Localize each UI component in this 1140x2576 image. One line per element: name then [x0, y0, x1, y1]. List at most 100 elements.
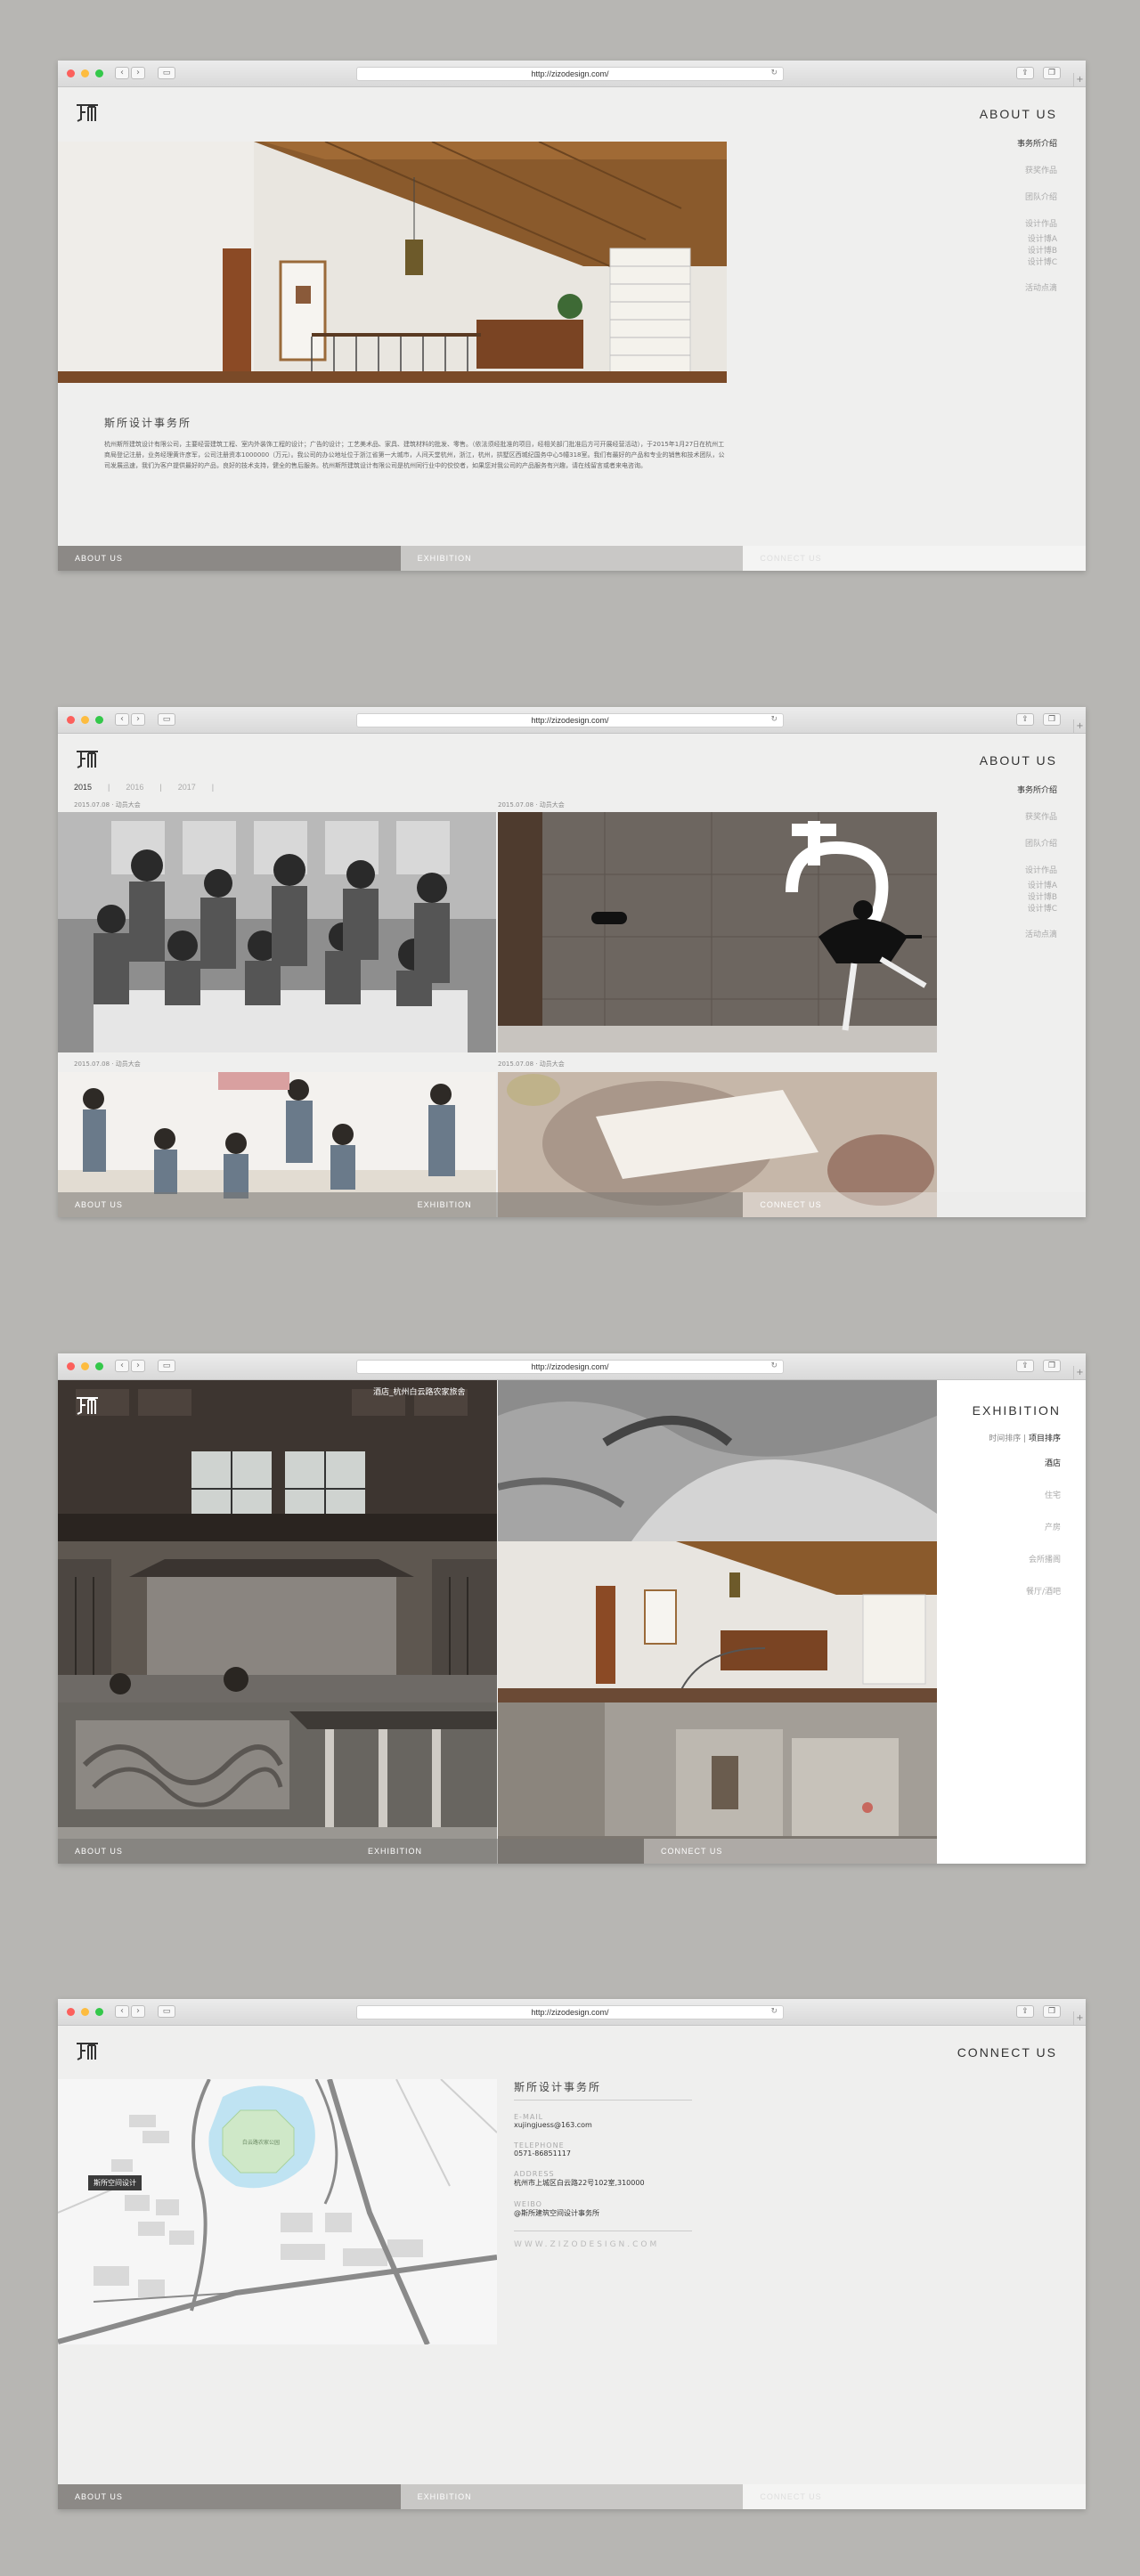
bottom-connect[interactable]: CONNECT US: [644, 1839, 937, 1864]
category-hotel[interactable]: 酒店: [1026, 1457, 1061, 1468]
minimize-dot[interactable]: [81, 1362, 89, 1370]
zoom-dot[interactable]: [95, 69, 103, 77]
nav-item-about[interactable]: 事务所介绍: [1017, 784, 1057, 795]
category-club[interactable]: 会所播阁: [1026, 1553, 1061, 1564]
tabs-icon[interactable]: ❐: [1043, 2005, 1061, 2018]
reload-icon[interactable]: ↻: [770, 715, 778, 724]
tabs-icon[interactable]: ❐: [1043, 67, 1061, 79]
window-controls[interactable]: [67, 716, 103, 724]
bottom-connect[interactable]: CONNECT US: [743, 2484, 1086, 2509]
nav-item-design[interactable]: 设计作品: [1017, 864, 1057, 875]
back-icon[interactable]: ‹: [115, 67, 129, 79]
back-icon[interactable]: ‹: [115, 713, 129, 726]
nav-sub-b[interactable]: 设计博B: [1017, 244, 1057, 256]
minimize-dot[interactable]: [81, 69, 89, 77]
tabs-icon[interactable]: ❐: [1043, 1360, 1061, 1372]
forward-icon[interactable]: ›: [131, 67, 145, 79]
event-photo-dance[interactable]: [498, 812, 937, 1052]
sidebar-icon[interactable]: ▭: [158, 67, 175, 79]
back-icon[interactable]: ‹: [115, 2005, 129, 2018]
share-icon[interactable]: ⇪: [1016, 67, 1034, 79]
sort-by-time[interactable]: 时间排序: [989, 1434, 1021, 1443]
reload-icon[interactable]: ↻: [770, 1361, 778, 1370]
nav-item-about[interactable]: 事务所介绍: [1017, 137, 1057, 149]
close-dot[interactable]: [67, 716, 75, 724]
minimize-dot[interactable]: [81, 2008, 89, 2016]
nav-item-design[interactable]: 设计作品: [1017, 217, 1057, 229]
reload-icon[interactable]: ↻: [770, 69, 778, 77]
bottom-about[interactable]: ABOUT US: [58, 1192, 401, 1217]
sort-by-project[interactable]: 项目排序: [1029, 1434, 1061, 1443]
logo-icon[interactable]: [74, 1394, 101, 1416]
nav-item-events[interactable]: 活动点滴: [1017, 928, 1057, 939]
minimize-dot[interactable]: [81, 716, 89, 724]
event-photo-meeting[interactable]: [58, 812, 496, 1052]
bottom-about[interactable]: ABOUT US: [58, 2484, 401, 2509]
phone-value[interactable]: 0571-86851117: [514, 2149, 692, 2158]
project-photo-hotel-dining[interactable]: [58, 1380, 497, 1541]
new-tab-icon[interactable]: +: [1073, 2011, 1086, 2026]
nav-item-team[interactable]: 团队介绍: [1017, 837, 1057, 849]
logo-icon[interactable]: [74, 2040, 101, 2061]
share-icon[interactable]: ⇪: [1016, 713, 1034, 726]
new-tab-icon[interactable]: +: [1073, 719, 1086, 734]
logo-icon[interactable]: [74, 102, 101, 123]
bottom-connect[interactable]: CONNECT US: [743, 1192, 1086, 1217]
bottom-about[interactable]: ABOUT US: [58, 546, 401, 571]
zoom-dot[interactable]: [95, 1362, 103, 1370]
forward-icon[interactable]: ›: [131, 2005, 145, 2018]
nav-sub-b[interactable]: 设计博B: [1017, 890, 1057, 902]
address-bar[interactable]: http://zizodesign.com/ ↻: [356, 1360, 784, 1374]
nav-sub-a[interactable]: 设计博A: [1017, 232, 1057, 244]
window-controls[interactable]: [67, 69, 103, 77]
forward-icon[interactable]: ›: [131, 1360, 145, 1372]
year-tab-2016[interactable]: 2016: [126, 783, 143, 792]
category-restaurant[interactable]: 餐厅/酒吧: [1026, 1585, 1061, 1597]
address-bar[interactable]: http://zizodesign.com/ ↻: [356, 67, 784, 81]
close-dot[interactable]: [67, 1362, 75, 1370]
project-photo-courtyard[interactable]: [58, 1541, 497, 1702]
forward-icon[interactable]: ›: [131, 713, 145, 726]
sidebar-icon[interactable]: ▭: [158, 1360, 175, 1372]
year-tab-2015[interactable]: 2015: [74, 783, 92, 792]
map-marker-label[interactable]: 斯所空间设计: [88, 2175, 142, 2190]
new-tab-icon[interactable]: +: [1073, 1366, 1086, 1380]
zoom-dot[interactable]: [95, 716, 103, 724]
bottom-about[interactable]: ABOUT US: [58, 1839, 351, 1864]
close-dot[interactable]: [67, 69, 75, 77]
tabs-icon[interactable]: ❐: [1043, 713, 1061, 726]
back-icon[interactable]: ‹: [115, 1360, 129, 1372]
new-tab-icon[interactable]: +: [1073, 73, 1086, 87]
location-map[interactable]: 白云路农家公园 斯所空间设计: [58, 2079, 497, 2344]
project-photo-hands[interactable]: [498, 1380, 937, 1541]
close-dot[interactable]: [67, 2008, 75, 2016]
nav-sub-c[interactable]: 设计博C: [1017, 902, 1057, 914]
website-link[interactable]: WWW.ZIZODESIGN.COM: [514, 2231, 692, 2249]
nav-item-awards[interactable]: 获奖作品: [1017, 810, 1057, 822]
project-photo-stairwell[interactable]: [498, 1541, 937, 1702]
sidebar-icon[interactable]: ▭: [158, 2005, 175, 2018]
logo-icon[interactable]: [74, 748, 101, 769]
nav-item-team[interactable]: 团队介绍: [1017, 191, 1057, 202]
category-residence[interactable]: 住宅: [1026, 1489, 1061, 1500]
sidebar-icon[interactable]: ▭: [158, 713, 175, 726]
window-controls[interactable]: [67, 2008, 103, 2016]
bottom-exhibition[interactable]: EXHIBITION: [351, 1839, 644, 1864]
nav-item-awards[interactable]: 获奖作品: [1017, 164, 1057, 175]
address-bar[interactable]: http://zizodesign.com/ ↻: [356, 713, 784, 727]
weibo-value[interactable]: @斯所建筑空间设计事务所: [514, 2208, 692, 2218]
bottom-exhibition[interactable]: EXHIBITION: [400, 546, 744, 571]
nav-sub-c[interactable]: 设计博C: [1017, 256, 1057, 267]
reload-icon[interactable]: ↻: [770, 2007, 778, 2016]
category-maternity[interactable]: 产房: [1026, 1521, 1061, 1532]
email-value[interactable]: xujingjuess@163.com: [514, 2121, 692, 2129]
nav-item-events[interactable]: 活动点滴: [1017, 281, 1057, 293]
share-icon[interactable]: ⇪: [1016, 1360, 1034, 1372]
window-controls[interactable]: [67, 1362, 103, 1370]
bottom-exhibition[interactable]: EXHIBITION: [400, 2484, 744, 2509]
year-tab-2017[interactable]: 2017: [178, 783, 196, 792]
address-bar[interactable]: http://zizodesign.com/ ↻: [356, 2005, 784, 2019]
bottom-exhibition[interactable]: EXHIBITION: [400, 1192, 744, 1217]
nav-sub-a[interactable]: 设计博A: [1017, 879, 1057, 890]
zoom-dot[interactable]: [95, 2008, 103, 2016]
